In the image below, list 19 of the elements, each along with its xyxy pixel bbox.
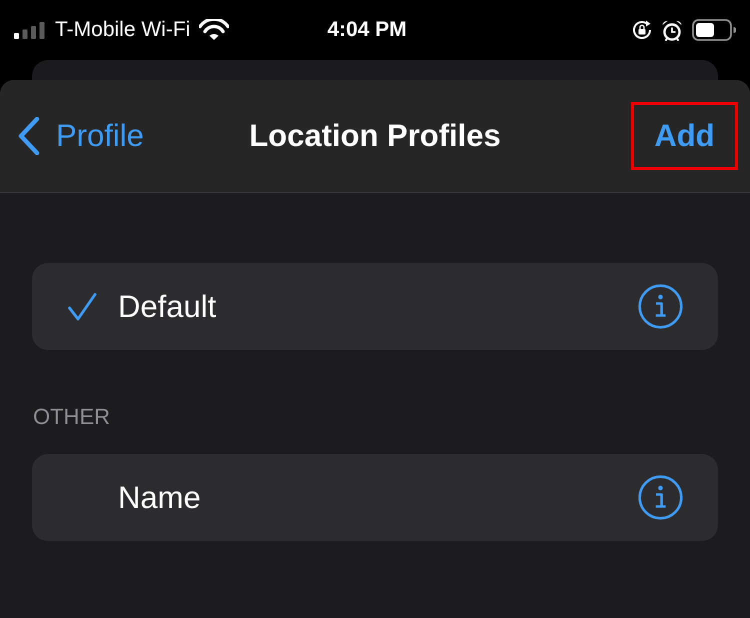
list-row[interactable]: Default <box>32 263 718 350</box>
checkmark-icon <box>68 292 96 320</box>
info-icon[interactable] <box>638 284 683 329</box>
carrier-name: T-Mobile Wi-Fi <box>55 17 190 43</box>
status-time: 4:04 PM <box>327 17 407 43</box>
navigation-title: Location Profiles <box>249 117 501 155</box>
add-button[interactable]: Add <box>631 102 738 170</box>
info-icon[interactable] <box>638 475 683 520</box>
signal-icon <box>14 22 45 38</box>
alarm-clock-icon <box>661 20 683 40</box>
rotation-lock-icon <box>632 20 652 40</box>
list-row[interactable]: Name <box>32 454 718 541</box>
chevron-left-icon <box>17 116 40 154</box>
row-label: Name <box>118 478 202 516</box>
battery-icon <box>692 19 736 41</box>
wifi-icon <box>199 19 230 41</box>
section-header: OTHER <box>33 404 110 430</box>
row-label: Default <box>118 288 218 326</box>
back-button[interactable]: Profile <box>17 116 144 154</box>
